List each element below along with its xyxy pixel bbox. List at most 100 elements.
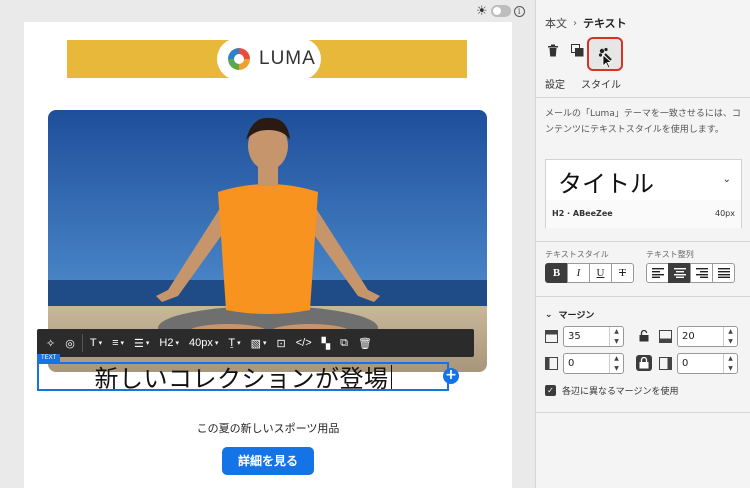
list-icon: ☰ — [134, 337, 144, 350]
breadcrumb: 本文 › テキスト — [545, 15, 627, 31]
text-style-preset-select[interactable]: タイトル ⌄ H2 · ABeeZee 40px — [545, 159, 742, 228]
per-side-margin-checkbox[interactable]: ✓ — [545, 385, 556, 396]
margin-bottom-icon — [659, 330, 672, 343]
align-left-icon — [651, 268, 664, 278]
save-fragment-icon[interactable]: ⊡ — [272, 329, 291, 357]
margin-left-input[interactable] — [564, 354, 609, 373]
text-color-icon: Ṯ — [228, 337, 236, 349]
chevron-down-icon: ▾ — [145, 340, 150, 347]
align-right-icon — [695, 268, 708, 278]
chevron-down-icon: ▾ — [175, 340, 179, 347]
margin-right-row: ▲▼ — [659, 353, 738, 374]
margin-right-stepper[interactable]: ▲▼ — [677, 353, 738, 374]
luma-logo-icon — [226, 46, 252, 72]
preset-font: H2 · ABeeZee — [552, 209, 613, 218]
breadcrumb-parent[interactable]: 本文 — [545, 15, 567, 31]
lock-horizontal-button[interactable] — [636, 355, 652, 371]
settings-tab-icon[interactable] — [569, 42, 585, 58]
image-icon: ▧ — [250, 337, 262, 350]
align-left-button[interactable] — [646, 263, 669, 283]
subheadline[interactable]: この夏の新しいスポーツ用品 — [24, 420, 512, 436]
text-caret — [390, 364, 392, 389]
increment-icon[interactable]: ▲ — [724, 354, 737, 364]
duplicate-icon[interactable]: ⧉ — [335, 329, 353, 357]
align-dropdown[interactable]: ≡ ▾ — [107, 329, 129, 357]
divider — [536, 97, 750, 98]
align-justify-button[interactable] — [712, 263, 735, 283]
bold-button[interactable]: B — [545, 263, 568, 283]
logo: LUMA — [217, 38, 321, 80]
align-buttons — [646, 263, 735, 283]
italic-button[interactable]: I — [567, 263, 590, 283]
image-dropdown[interactable]: ▧ ▾ — [246, 329, 272, 357]
margin-bottom-stepper[interactable]: ▲▼ — [677, 326, 738, 347]
email-body: LUMA この夏の新しいスポーツ用品 詳細を見る — [24, 22, 512, 488]
preset-size: 40px — [715, 209, 735, 218]
margin-bottom-row: ▲▼ — [659, 326, 738, 347]
trash-icon[interactable] — [545, 42, 561, 58]
dark-mode-toggle[interactable] — [490, 5, 511, 17]
light-mode-icon[interactable]: ☀ — [476, 5, 488, 18]
add-component-button[interactable]: + — [443, 368, 459, 384]
preset-preview: タイトル — [558, 170, 654, 198]
decrement-icon[interactable]: ▼ — [610, 364, 623, 374]
text-type-icon: T — [89, 337, 97, 349]
align-center-button[interactable] — [668, 263, 691, 283]
margin-top-input[interactable] — [564, 327, 609, 346]
increment-icon[interactable]: ▲ — [610, 354, 623, 364]
increment-icon[interactable]: ▲ — [724, 327, 737, 337]
margin-left-stepper[interactable]: ▲▼ — [563, 353, 624, 374]
layout-icon[interactable]: ▚ — [317, 329, 335, 357]
divider — [536, 296, 750, 297]
text-style-label: テキストスタイル — [545, 250, 609, 259]
increment-icon[interactable]: ▲ — [610, 327, 623, 337]
divider — [81, 334, 83, 352]
info-icon[interactable]: i — [513, 5, 525, 17]
decrement-icon[interactable]: ▼ — [724, 364, 737, 374]
panel-icons — [545, 42, 585, 58]
text-type-dropdown[interactable]: T ▾ — [85, 329, 107, 357]
headline[interactable]: 新しいコレクションが登場 — [95, 359, 389, 394]
text-component-tag: TEXT — [37, 354, 61, 362]
lock-vertical-button[interactable] — [636, 328, 652, 344]
format-buttons: B I U T — [545, 263, 634, 283]
margin-top-icon — [545, 330, 558, 343]
brand-name: LUMA — [259, 48, 316, 69]
properties-panel: 本文 › テキスト 設定 スタイル メールの「Luma」テーマを一致させるには、… — [535, 0, 750, 488]
magic-wand-icon[interactable]: ✧ — [41, 329, 60, 357]
lock-icon — [639, 357, 649, 369]
margin-right-icon — [659, 357, 672, 370]
mouse-pointer-icon — [602, 54, 613, 69]
tab-style-label[interactable]: スタイル — [581, 76, 621, 91]
margin-top-row: ▲▼ — [545, 326, 624, 347]
ai-assist-icon[interactable]: ◎ — [60, 329, 80, 357]
decrement-icon[interactable]: ▼ — [724, 337, 737, 347]
align-right-button[interactable] — [690, 263, 713, 283]
cta-button[interactable]: 詳細を見る — [222, 447, 314, 475]
font-size-dropdown[interactable]: 40px ▾ — [184, 329, 223, 357]
text-color-dropdown[interactable]: Ṯ ▾ — [223, 329, 245, 357]
email-canvas: ☀ i LUMA この夏の新しいスポーツ用品 詳細を見る ✧ ◎ T ▾ ≡ ▾… — [0, 0, 535, 488]
margin-top-stepper[interactable]: ▲▼ — [563, 326, 624, 347]
brand-banner[interactable]: LUMA — [67, 38, 467, 80]
strikethrough-button[interactable]: T — [611, 263, 634, 283]
per-side-margin-option[interactable]: ✓ 各辺に異なるマージンを使用 — [545, 384, 678, 397]
chevron-down-icon: ⌄ — [545, 309, 553, 320]
margin-left-row: ▲▼ — [545, 353, 624, 374]
heading-level-dropdown[interactable]: H2 ▾ — [154, 329, 184, 357]
code-icon[interactable]: </> — [291, 329, 317, 357]
chevron-down-icon: ▾ — [98, 340, 103, 347]
heading-level-value: H2 — [159, 337, 174, 349]
tab-settings[interactable]: 設定 — [545, 76, 565, 91]
selected-text-block[interactable]: 新しいコレクションが登場 — [37, 359, 449, 394]
margin-right-input[interactable] — [678, 354, 723, 373]
chevron-down-icon: ▾ — [237, 340, 241, 347]
margin-section-toggle[interactable]: ⌄ マージン — [545, 308, 594, 322]
align-center-icon — [673, 268, 686, 278]
underline-button[interactable]: U — [589, 263, 612, 283]
per-side-margin-label: 各辺に異なるマージンを使用 — [562, 387, 679, 397]
list-dropdown[interactable]: ☰ ▾ — [129, 329, 154, 357]
decrement-icon[interactable]: ▼ — [610, 337, 623, 347]
margin-bottom-input[interactable] — [678, 327, 723, 346]
delete-icon[interactable]: 🗑 — [353, 329, 377, 357]
